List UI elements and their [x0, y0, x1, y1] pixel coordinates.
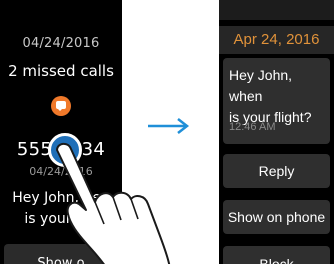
message-notification-icon[interactable] — [51, 96, 71, 116]
message-time: 12:46 AM — [229, 121, 276, 133]
show-on-phone-button[interactable]: Show on phone — [223, 200, 330, 234]
watch-screen-after: Apr 24, 2016 Hey John, when is your flig… — [219, 0, 334, 264]
reply-button[interactable]: Reply — [223, 154, 330, 188]
block-button[interactable]: Block — [223, 246, 330, 264]
message-date: 04/24/2016 — [29, 165, 93, 178]
tutorial-illustration: 04/24/2016 2 missed calls 5555 234 04/24… — [0, 0, 334, 264]
top-strip — [219, 0, 334, 20]
message-preview[interactable]: Hey John, hen is your flig — [0, 188, 122, 230]
notification-date: 04/24/2016 — [22, 36, 100, 51]
message-text: Hey John, when is your flight? — [229, 65, 328, 128]
message-preview-line2: is your flig — [24, 211, 98, 227]
right-arrow-icon — [148, 118, 190, 134]
message-text-line1: Hey John, when — [229, 67, 293, 104]
message-preview-line1: Hey John, hen — [12, 190, 110, 206]
show-on-phone-button-partial[interactable]: Show o — [4, 244, 118, 264]
touch-indicator — [48, 133, 82, 167]
message-card: Hey John, when is your flight? 12:46 AM — [223, 58, 330, 144]
message-date-header: Apr 24, 2016 — [219, 26, 334, 54]
watch-screen-before: 04/24/2016 2 missed calls 5555 234 04/24… — [0, 0, 122, 264]
missed-calls-label: 2 missed calls — [8, 62, 114, 80]
